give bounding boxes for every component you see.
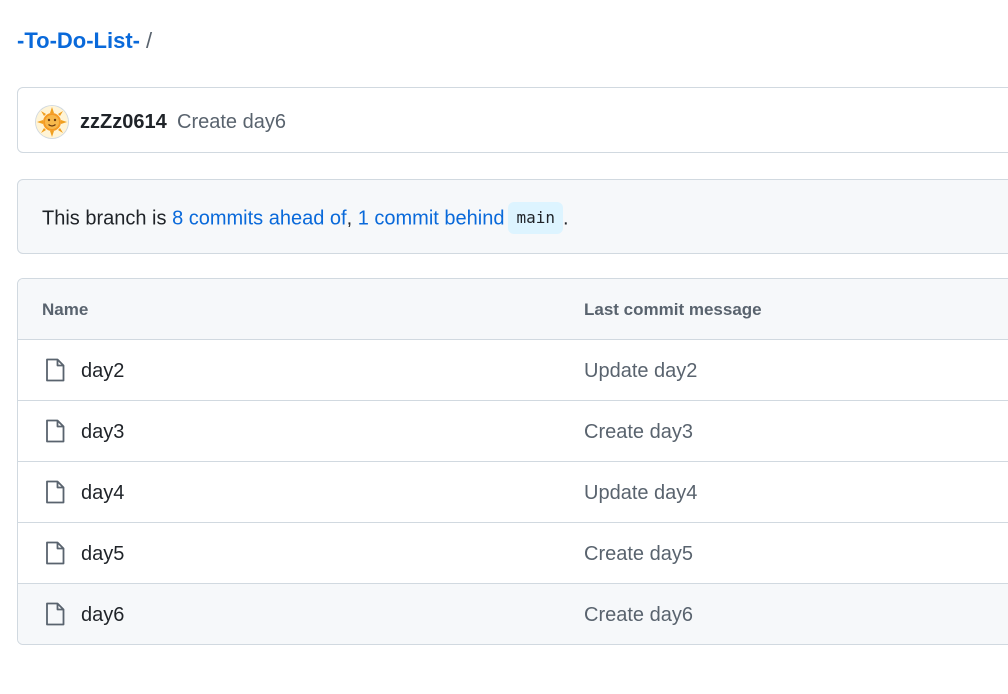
- column-header-name: Name: [42, 300, 89, 319]
- breadcrumb: -To-Do-List- /: [17, 26, 152, 56]
- repo-page: -To-Do-List- / zzZz0614 Create day6 This…: [0, 0, 1008, 694]
- author-avatar[interactable]: [36, 106, 68, 138]
- file-table: Name Last commit message day2 Update day…: [17, 278, 1008, 645]
- table-row[interactable]: day4 Update day4: [18, 462, 1008, 523]
- file-icon: [46, 358, 65, 382]
- commit-author-link[interactable]: zzZz0614: [80, 109, 167, 135]
- file-name-link[interactable]: day2: [81, 358, 124, 384]
- file-name-link[interactable]: day3: [81, 419, 124, 445]
- branch-status-prefix: This branch is: [42, 207, 173, 230]
- file-commit-message-link[interactable]: Update day4: [584, 480, 697, 506]
- table-row[interactable]: day2 Update day2: [18, 340, 1008, 401]
- commits-ahead-link[interactable]: 8 commits ahead of: [172, 207, 347, 229]
- file-commit-message-link[interactable]: Create day5: [584, 541, 693, 567]
- file-name-link[interactable]: day6: [81, 602, 124, 628]
- table-row[interactable]: day5 Create day5: [18, 523, 1008, 584]
- table-header: Name Last commit message: [18, 279, 1008, 340]
- branch-status-comma: ,: [346, 207, 358, 230]
- file-name-link[interactable]: day5: [81, 541, 124, 567]
- commits-behind-link[interactable]: 1 commit behind: [358, 207, 505, 229]
- breadcrumb-separator: /: [146, 28, 153, 53]
- branch-status-text: This branch is 8 commits ahead of, 1 com…: [42, 202, 569, 235]
- table-row[interactable]: day6 Create day6: [18, 584, 1008, 644]
- file-commit-message-link[interactable]: Create day6: [584, 602, 693, 628]
- branch-status-suffix: .: [563, 207, 569, 230]
- base-branch-badge[interactable]: main: [508, 202, 563, 234]
- repo-link[interactable]: -To-Do-List-: [17, 28, 140, 53]
- branch-status-box: This branch is 8 commits ahead of, 1 com…: [17, 179, 1008, 254]
- latest-commit-box: zzZz0614 Create day6: [17, 87, 1008, 153]
- file-commit-message-link[interactable]: Update day2: [584, 358, 697, 384]
- file-icon: [46, 480, 65, 504]
- file-commit-message-link[interactable]: Create day3: [584, 419, 693, 445]
- file-name-link[interactable]: day4: [81, 480, 124, 506]
- file-icon: [46, 541, 65, 565]
- file-icon: [46, 419, 65, 443]
- column-header-last-commit-message: Last commit message: [584, 300, 762, 319]
- table-row[interactable]: day3 Create day3: [18, 401, 1008, 462]
- commit-message-link[interactable]: Create day6: [177, 109, 286, 135]
- file-icon: [46, 602, 65, 626]
- sun-face-avatar-icon: [36, 106, 68, 138]
